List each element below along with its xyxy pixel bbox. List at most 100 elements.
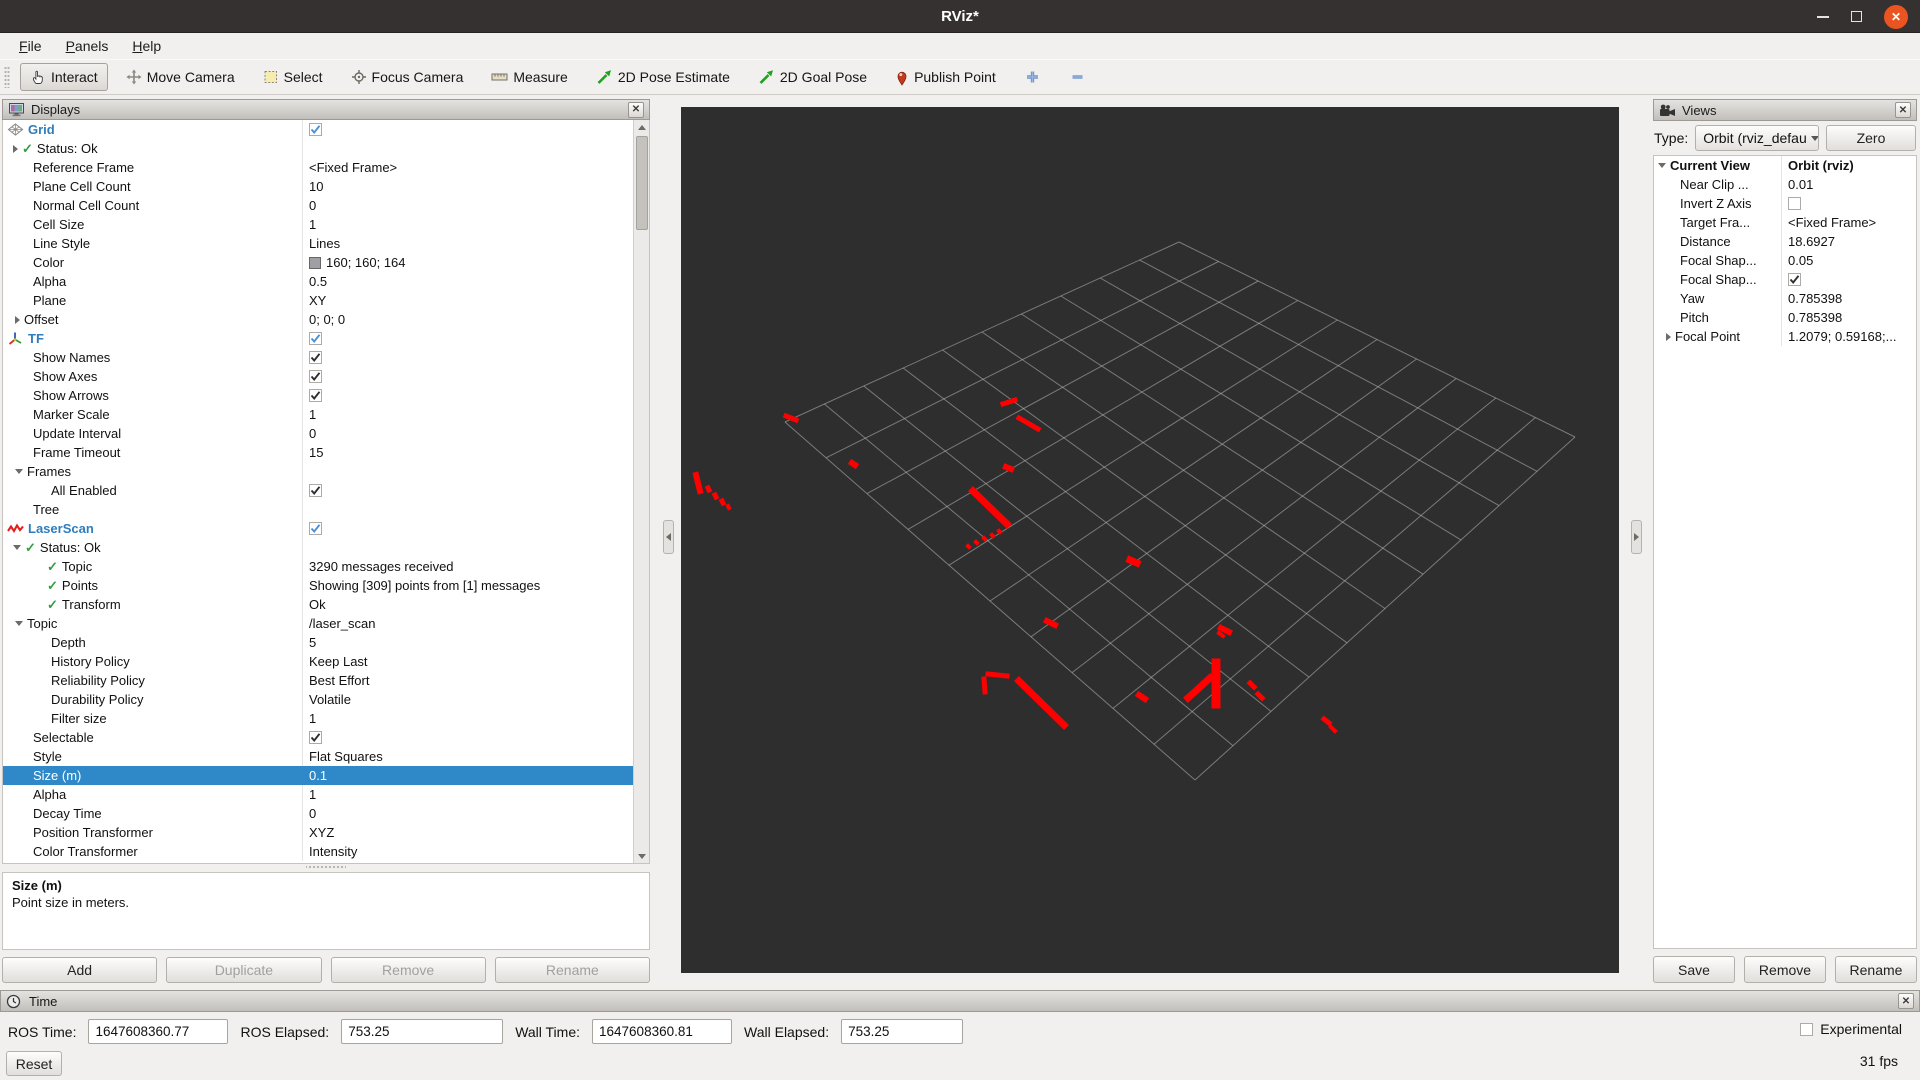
tree-row-style[interactable]: StyleFlat Squares (3, 747, 633, 766)
tool-interact[interactable]: Interact (20, 63, 108, 91)
tool-publish-point[interactable]: Publish Point (885, 63, 1006, 91)
tree-row-history-policy[interactable]: History PolicyKeep Last (3, 652, 633, 671)
checkbox-checked[interactable] (309, 522, 322, 535)
tool-focus-camera[interactable]: Focus Camera (341, 63, 474, 91)
tool-measure[interactable]: Measure (481, 63, 577, 91)
tree-row-topic[interactable]: ✓Topic3290 messages received (3, 557, 633, 576)
checkbox-checked[interactable] (309, 389, 322, 402)
remove-button[interactable]: Remove (1744, 956, 1826, 983)
expand-arrow-icon[interactable] (1666, 333, 1671, 341)
views-close-icon[interactable] (1895, 102, 1911, 118)
collapse-right-panel-button[interactable] (1631, 520, 1642, 554)
tree-row-laserscan[interactable]: LaserScan (3, 519, 633, 538)
tree-row-color[interactable]: Color160; 160; 164 (3, 253, 633, 272)
3d-viewport[interactable] (681, 107, 1619, 973)
tree-row-show-names[interactable]: Show Names (3, 348, 633, 367)
collapse-left-panel-button[interactable] (663, 520, 674, 554)
checkbox-checked[interactable] (1788, 273, 1801, 286)
tree-row-tree[interactable]: Tree (3, 500, 633, 519)
collapse-arrow-icon[interactable] (13, 545, 21, 550)
menu-panels[interactable]: Panels (57, 36, 118, 56)
tree-row-durability-policy[interactable]: Durability PolicyVolatile (3, 690, 633, 709)
tree-row-focal-shap-[interactable]: Focal Shap...0.05 (1654, 251, 1916, 270)
checkbox-checked[interactable] (309, 731, 322, 744)
tree-row-alpha[interactable]: Alpha0.5 (3, 272, 633, 291)
tree-row-tf[interactable]: TF (3, 329, 633, 348)
checkbox-checked[interactable] (309, 370, 322, 383)
time-panel-header[interactable]: Time (0, 990, 1920, 1012)
tool-2d-goal-pose[interactable]: 2D Goal Pose (748, 63, 877, 91)
tree-row-depth[interactable]: Depth5 (3, 633, 633, 652)
ros-elapsed-input[interactable] (341, 1019, 503, 1044)
tree-row-alpha[interactable]: Alpha1 (3, 785, 633, 804)
view-type-dropdown[interactable]: Orbit (rviz_defau (1695, 125, 1819, 151)
tree-row-distance[interactable]: Distance18.6927 (1654, 232, 1916, 251)
zero-button[interactable]: Zero (1826, 125, 1916, 151)
tree-row-frame-timeout[interactable]: Frame Timeout15 (3, 443, 633, 462)
minimize-icon[interactable] (1817, 16, 1829, 18)
menu-help[interactable]: Help (123, 36, 170, 56)
tree-row-focal-point[interactable]: Focal Point1.2079; 0.59168;... (1654, 327, 1916, 346)
displays-close-icon[interactable] (628, 102, 644, 118)
tool-plus-icon[interactable] (1014, 63, 1051, 91)
tree-row-yaw[interactable]: Yaw0.785398 (1654, 289, 1916, 308)
tree-row-frames[interactable]: Frames (3, 462, 633, 481)
rename-button[interactable]: Rename (1835, 956, 1917, 983)
tree-row-cell-size[interactable]: Cell Size1 (3, 215, 633, 234)
tree-row-offset[interactable]: Offset0; 0; 0 (3, 310, 633, 329)
tree-row-marker-scale[interactable]: Marker Scale1 (3, 405, 633, 424)
experimental-checkbox[interactable] (1800, 1023, 1813, 1036)
tree-row-transform[interactable]: ✓TransformOk (3, 595, 633, 614)
color-swatch[interactable] (309, 257, 321, 269)
tree-row-near-clip-[interactable]: Near Clip ...0.01 (1654, 175, 1916, 194)
toolbar-drag-handle[interactable] (4, 66, 10, 88)
panel-splitter-handle[interactable] (306, 864, 346, 870)
tree-row-selectable[interactable]: Selectable (3, 728, 633, 747)
tree-row-topic[interactable]: Topic/laser_scan (3, 614, 633, 633)
views-panel-header[interactable]: Views (1653, 99, 1917, 121)
maximize-icon[interactable] (1851, 11, 1862, 22)
tree-row-show-arrows[interactable]: Show Arrows (3, 386, 633, 405)
displays-scrollbar[interactable] (633, 120, 649, 863)
close-icon[interactable] (1884, 5, 1908, 29)
menu-file[interactable]: File (10, 36, 51, 56)
tree-row-position-transformer[interactable]: Position TransformerXYZ (3, 823, 633, 842)
tree-row-grid[interactable]: Grid (3, 120, 633, 139)
time-close-icon[interactable] (1898, 993, 1914, 1009)
tree-row-points[interactable]: ✓PointsShowing [309] points from [1] mes… (3, 576, 633, 595)
tree-row-filter-size[interactable]: Filter size1 (3, 709, 633, 728)
tool-select[interactable]: Select (253, 63, 333, 91)
checkbox-checked[interactable] (309, 351, 322, 364)
tree-row-size-m-[interactable]: Size (m)0.1 (3, 766, 633, 785)
tree-row-plane[interactable]: PlaneXY (3, 291, 633, 310)
displays-panel-header[interactable]: Displays (2, 99, 650, 120)
scroll-down-icon[interactable] (635, 849, 649, 863)
ros-time-input[interactable] (88, 1019, 228, 1044)
checkbox-checked[interactable] (309, 332, 322, 345)
tree-row-update-interval[interactable]: Update Interval0 (3, 424, 633, 443)
tool-minus-icon[interactable] (1059, 63, 1096, 91)
scrollbar-thumb[interactable] (636, 136, 648, 230)
checkbox-checked[interactable] (309, 123, 322, 136)
wall-time-input[interactable] (592, 1019, 732, 1044)
tree-row-status-ok[interactable]: ✓Status: Ok (3, 538, 633, 557)
collapse-arrow-icon[interactable] (1658, 163, 1666, 168)
tree-row-color-transformer[interactable]: Color TransformerIntensity (3, 842, 633, 861)
save-button[interactable]: Save (1653, 956, 1735, 983)
add-button[interactable]: Add (2, 957, 157, 983)
tree-row-invert-z-axis[interactable]: Invert Z Axis (1654, 194, 1916, 213)
tree-row-line-style[interactable]: Line StyleLines (3, 234, 633, 253)
tree-row-status-ok[interactable]: ✓Status: Ok (3, 139, 633, 158)
tree-row-plane-cell-count[interactable]: Plane Cell Count10 (3, 177, 633, 196)
reset-button[interactable]: Reset (6, 1051, 62, 1076)
tool-2d-pose-estimate[interactable]: 2D Pose Estimate (586, 63, 740, 91)
expand-arrow-icon[interactable] (13, 145, 18, 153)
checkbox-unchecked[interactable] (1788, 197, 1801, 210)
scroll-up-icon[interactable] (635, 120, 649, 134)
checkbox-checked[interactable] (309, 484, 322, 497)
tree-row-decay-time[interactable]: Decay Time0 (3, 804, 633, 823)
tree-row-target-fra-[interactable]: Target Fra...<Fixed Frame> (1654, 213, 1916, 232)
tree-row-focal-shap-[interactable]: Focal Shap... (1654, 270, 1916, 289)
tree-row-all-enabled[interactable]: All Enabled (3, 481, 633, 500)
tool-move-camera[interactable]: Move Camera (116, 63, 245, 91)
